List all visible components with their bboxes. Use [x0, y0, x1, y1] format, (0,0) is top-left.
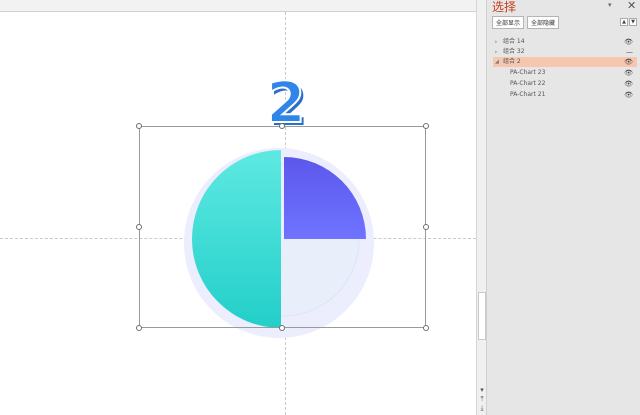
selection-bounding-box[interactable]: [139, 126, 426, 328]
close-icon[interactable]: ✕: [627, 0, 636, 12]
resize-handle-top[interactable]: [279, 123, 285, 129]
show-all-button[interactable]: 全部显示: [492, 16, 525, 29]
bring-forward-button[interactable]: ▲: [620, 18, 628, 26]
tree-item-label: 组合 2: [503, 58, 521, 65]
pane-options-icon[interactable]: ▾: [608, 1, 612, 9]
slide-canvas-area: 2: [0, 0, 476, 415]
hide-all-button[interactable]: 全部隐藏: [527, 16, 560, 29]
send-backward-button[interactable]: ▼: [629, 18, 637, 26]
pane-title: 选择: [492, 0, 517, 14]
tree-item-pa-chart-23[interactable]: PA-Chart 23 👁: [493, 68, 637, 78]
tree-item-group-2[interactable]: ◢ 组合 2 👁: [493, 57, 637, 67]
scrollbar-thumb[interactable]: [478, 292, 486, 340]
visibility-eye-icon[interactable]: 👁: [624, 37, 633, 47]
selection-pane: 选择 ▾ ✕ 全部显示 全部隐藏 ▲ ▼ ▹ 组合 14 👁 ▹ 组合 32 —…: [486, 0, 640, 415]
visibility-eye-icon[interactable]: 👁: [624, 57, 633, 67]
expand-icon[interactable]: ▹: [495, 37, 498, 47]
resize-handle-top-left[interactable]: [136, 123, 142, 129]
resize-handle-left[interactable]: [136, 224, 142, 230]
tree-item-label: 组合 32: [503, 48, 525, 55]
tree-item-label: PA-Chart 22: [510, 80, 546, 87]
slide-number-two[interactable]: 2: [246, 73, 326, 135]
visibility-eye-icon[interactable]: 👁: [624, 90, 633, 100]
tree-item-label: 组合 14: [503, 38, 525, 45]
tree-item-label: PA-Chart 23: [510, 69, 546, 76]
resize-handle-bottom-right[interactable]: [423, 325, 429, 331]
tree-item-pa-chart-21[interactable]: PA-Chart 21 👁: [493, 90, 637, 100]
resize-handle-bottom[interactable]: [279, 325, 285, 331]
visibility-eye-icon[interactable]: 👁: [624, 79, 633, 89]
visibility-eye-icon[interactable]: 👁: [624, 68, 633, 78]
tree-item-label: PA-Chart 21: [510, 91, 546, 98]
collapse-icon[interactable]: ◢: [495, 57, 499, 67]
tree-item-group-14[interactable]: ▹ 组合 14 👁: [493, 37, 637, 47]
tree-item-pa-chart-22[interactable]: PA-Chart 22 👁: [493, 79, 637, 89]
hidden-dash-icon[interactable]: —: [626, 47, 633, 57]
tree-item-group-32[interactable]: ▹ 组合 32 —: [493, 47, 637, 57]
resize-handle-top-right[interactable]: [423, 123, 429, 129]
resize-handle-right[interactable]: [423, 224, 429, 230]
resize-handle-bottom-left[interactable]: [136, 325, 142, 331]
expand-icon[interactable]: ▹: [495, 47, 498, 57]
